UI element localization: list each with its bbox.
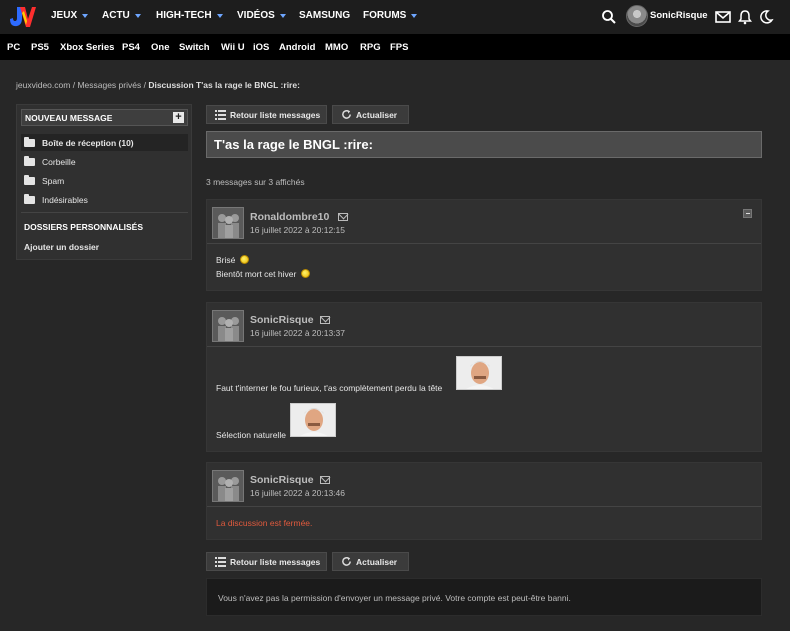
breadcrumb: jeuxvideo.com / Messages privés / Discus… [16,80,300,90]
platform-link-mmo[interactable]: MMO [325,42,348,53]
personal-folders-title: DOSSIERS PERSONNALISÉS [24,222,144,232]
back-to-list-button[interactable]: Retour liste messages [206,105,327,124]
platform-bar: PC PS5 Xbox Series PS4 One Switch Wii U … [0,34,790,60]
chevron-down-icon [216,13,223,18]
folder-icon [24,155,35,166]
plus-icon: + [173,112,184,123]
message-post: SonicRisque 16 juillet 2022 à 20:13:46 L… [206,462,762,540]
folder-icon [24,174,35,185]
folder-label: Indésirables [42,194,88,205]
collapse-icon[interactable] [743,209,752,218]
refresh-icon [342,556,351,566]
search-icon[interactable] [601,9,617,25]
discussion-closed-text: La discussion est fermée. [216,518,313,528]
refresh-label: Actualiser [356,109,398,120]
breadcrumb-current: Discussion T'as la rage le BNGL :rire: [148,80,300,90]
platform-link-wii-u[interactable]: Wii U [221,42,245,53]
nav-forums[interactable]: FORUMS [363,10,418,21]
folder-undesirables[interactable]: Indésirables [21,191,188,208]
author-avatar[interactable] [212,310,244,342]
refresh-icon [342,109,351,119]
mail-icon[interactable] [338,213,348,221]
nav-jeux[interactable]: JEUX [51,10,89,21]
jv-logo[interactable] [6,5,36,29]
smiley-icon [300,269,310,278]
back-to-list-label: Retour liste messages [230,556,321,567]
folder-label: Boîte de réception (10) [42,137,134,148]
nav-actu[interactable]: ACTU [102,10,141,21]
platform-link-fps[interactable]: FPS [390,42,408,53]
folder-spam[interactable]: Spam [21,172,188,189]
platform-link-switch[interactable]: Switch [179,42,210,53]
nav-high-tech[interactable]: HIGH-TECH [156,10,223,21]
post-date: 16 juillet 2022 à 20:12:15 [250,225,345,235]
platform-link-android[interactable]: Android [279,42,315,53]
sidebar: NOUVEAU MESSAGE + Boîte de réception (10… [16,104,192,260]
folder-label: Spam [42,175,65,186]
post-line: Bientôt mort cet hiver [216,269,310,279]
message-post: Ronaldombre10 16 juillet 2022 à 20:12:15… [206,199,762,291]
post-line: Faut t'interner le fou furieux, t'as com… [216,383,443,393]
bell-icon[interactable] [737,9,753,25]
list-icon [215,109,226,120]
breadcrumb-messages-link[interactable]: Messages privés [77,80,141,90]
author-name[interactable]: SonicRisque [250,314,314,326]
post-header: Ronaldombre10 16 juillet 2022 à 20:12:15 [207,200,761,244]
divider [21,212,188,213]
nav-videos[interactable]: VIDÉOS [237,10,286,21]
platform-link-ios[interactable]: iOS [253,42,269,53]
post-line: Sélection naturelle [216,430,286,440]
folder-icon [24,193,35,204]
post-date: 16 juillet 2022 à 20:13:37 [250,328,345,338]
platform-link-rpg[interactable]: RPG [360,42,381,53]
smiley-icon [239,255,249,264]
chevron-down-icon [82,13,89,18]
topic-title: T'as la rage le BNGL :rire: [206,131,762,158]
new-message-label: NOUVEAU MESSAGE [25,112,113,123]
folder-inbox[interactable]: Boîte de réception (10) [21,134,188,151]
refresh-button[interactable]: Actualiser [332,105,409,124]
back-to-list-label: Retour liste messages [230,109,321,120]
nav-samsung[interactable]: SAMSUNG [299,10,350,21]
post-header: SonicRisque 16 juillet 2022 à 20:13:46 [207,463,761,507]
top-navbar: JEUX ACTU HIGH-TECH VIDÉOS SAMSUNG FORUM… [0,0,790,34]
platform-link-ps4[interactable]: PS4 [122,42,140,53]
user-avatar[interactable] [626,5,648,27]
refresh-button[interactable]: Actualiser [332,552,409,571]
message-count: 3 messages sur 3 affichés [206,177,305,187]
sticker-image [456,356,502,390]
moon-icon[interactable] [758,9,774,25]
post-header: SonicRisque 16 juillet 2022 à 20:13:37 [207,303,761,347]
platform-link-pc[interactable]: PC [7,42,20,53]
folder-trash[interactable]: Corbeille [21,153,188,170]
add-folder-link[interactable]: Ajouter un dossier [24,242,99,252]
platform-link-one[interactable]: One [151,42,169,53]
mail-icon[interactable] [715,9,731,25]
refresh-label: Actualiser [356,556,398,567]
sticker-image [290,403,336,437]
back-to-list-button[interactable]: Retour liste messages [206,552,327,571]
author-avatar[interactable] [212,470,244,502]
message-post: SonicRisque 16 juillet 2022 à 20:13:37 F… [206,302,762,452]
folder-label: Corbeille [42,156,76,167]
list-icon [215,556,226,567]
post-line: Brisé [216,255,249,265]
platform-link-ps5[interactable]: PS5 [31,42,49,53]
folder-icon [24,136,35,147]
author-name[interactable]: SonicRisque [250,474,314,486]
chevron-down-icon [134,13,141,18]
chevron-down-icon [411,13,418,18]
username[interactable]: SonicRisque [650,10,708,21]
new-message-button[interactable]: NOUVEAU MESSAGE + [21,109,188,126]
platform-link-xbox-series[interactable]: Xbox Series [60,42,114,53]
post-date: 16 juillet 2022 à 20:13:46 [250,488,345,498]
author-avatar[interactable] [212,207,244,239]
breadcrumb-home-link[interactable]: jeuxvideo.com [16,80,70,90]
chevron-down-icon [279,13,286,18]
mail-icon[interactable] [320,476,330,484]
author-name[interactable]: Ronaldombre10 [250,211,329,223]
permission-notice: Vous n'avez pas la permission d'envoyer … [206,578,762,616]
mail-icon[interactable] [320,316,330,324]
